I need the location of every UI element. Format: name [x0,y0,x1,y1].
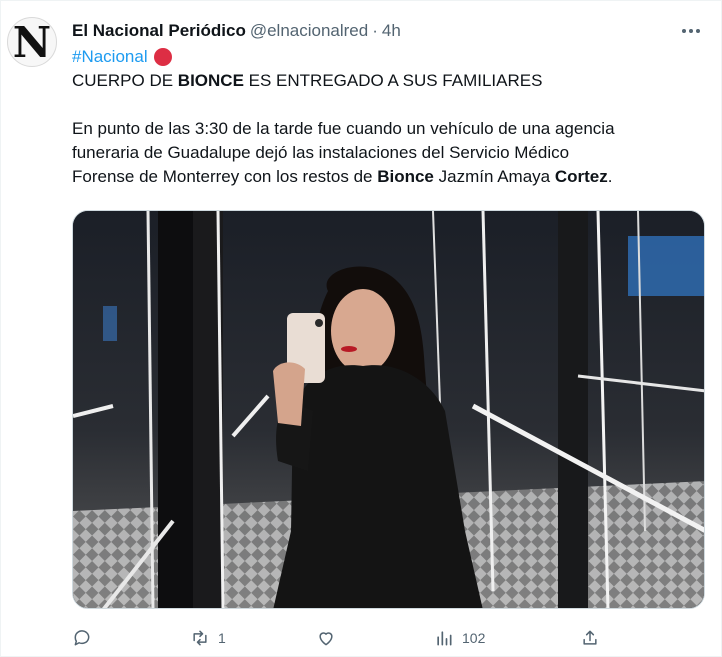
tweet-timestamp[interactable]: 4h [382,21,401,41]
paragraph-line-1: En punto de las 3:30 de la tarde fue cua… [72,119,615,138]
avatar[interactable]: N [7,17,57,67]
paragraph-text-mid: Jazmín Amaya [433,167,555,186]
more-options-button[interactable] [679,21,703,41]
tweet-photo[interactable] [72,210,705,609]
headline-bold: BIONCE [177,71,244,90]
headline-text: CUERPO DE [72,71,178,90]
like-button[interactable] [316,625,344,651]
display-name[interactable]: El Nacional Periódico [72,21,246,41]
headline-text-end: ES ENTREGADO A SUS FAMILIARES [243,71,543,90]
user-handle[interactable]: @elnacionalred [250,21,368,41]
retweet-icon [193,630,207,646]
paragraph-period: . [607,167,613,186]
paragraph-line-3: Forense de Monterrey con los restos de B… [72,165,712,189]
tweet-text: #Nacional CUERPO DE BIONCE ES ENTREGADO … [72,45,712,189]
paragraph-bold-name: Bionce [377,167,434,186]
retweet-count: 1 [218,630,226,646]
tweet-header: El Nacional Periódico @elnacionalred · 4… [72,21,681,41]
tweet-card[interactable]: N El Nacional Periódico @elnacionalred ·… [0,0,722,657]
headline: CUERPO DE BIONCE ES ENTREGADO A SUS FAMI… [72,69,712,93]
reply-icon [74,630,90,646]
red-circle-emoji [153,48,172,66]
views-button[interactable]: 102 [434,625,485,651]
retweet-button[interactable]: 1 [190,625,226,651]
hashtag-link[interactable]: #Nacional [72,45,148,69]
paragraph-bold-surname: Cortez [554,167,608,186]
hashtag-line: #Nacional [72,45,712,69]
share-button[interactable] [580,625,600,651]
photo-illustration [73,211,704,608]
like-icon [319,632,333,646]
share-icon [583,630,597,645]
more-icon [682,29,686,33]
views-icon [437,631,452,646]
avatar-logo-letter: N [12,18,52,67]
more-icon-dot [689,29,693,33]
tweet-actions: 1 102 [72,625,612,651]
reply-button[interactable] [72,625,100,651]
paragraph-line-2: funeraria de Guadalupe dejó las instalac… [72,143,570,162]
views-count: 102 [462,630,486,646]
separator-dot: · [372,21,378,40]
more-icon-dot [696,29,700,33]
paragraph-text: Forense de Monterrey con los restos de [72,167,378,186]
